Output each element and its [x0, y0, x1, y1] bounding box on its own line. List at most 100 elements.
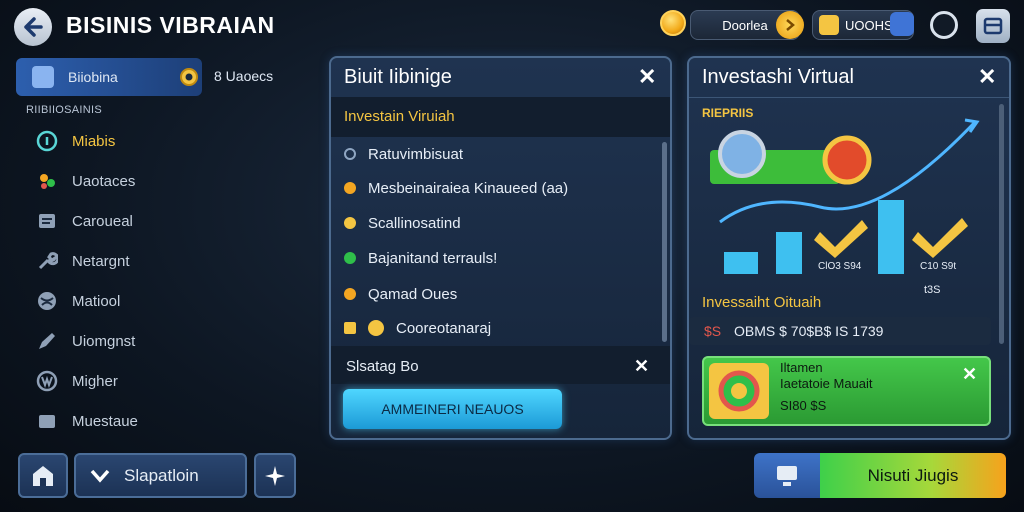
- action-button[interactable]: AMMEINERI NEAUOS: [343, 389, 562, 429]
- back-button[interactable]: [14, 8, 52, 46]
- dot-icon: [344, 252, 356, 264]
- sidebar-item-label: Uaotaces: [72, 172, 136, 190]
- middle-scrollbar[interactable]: [662, 142, 667, 342]
- gear-icon: [822, 135, 872, 185]
- sidebar-item-2[interactable]: Uaotaces: [36, 168, 135, 194]
- currency1-add-button[interactable]: [776, 11, 804, 39]
- sidebar-item-label: Netargnt: [72, 252, 130, 270]
- cta-label: Nisuti Jiugis: [867, 465, 959, 485]
- medal-icon: [709, 363, 769, 419]
- sidebar-item-1[interactable]: Miabis: [36, 128, 115, 154]
- list-item-label: Mesbeinairaiea Kinaueed (aa): [368, 179, 569, 197]
- document-icon: [36, 210, 58, 232]
- sidebar-item-active[interactable]: Biiobina: [16, 58, 202, 96]
- sidebar-item-label: Uiomgnst: [72, 332, 136, 350]
- list-item-label: Scallinosatind: [368, 214, 461, 232]
- right-scrollbar[interactable]: [999, 104, 1004, 344]
- gear-icon: [368, 320, 384, 336]
- arrow-left-icon: [24, 17, 43, 37]
- middle-footer-label: Slsatag Bo: [346, 358, 419, 375]
- square-icon: [344, 322, 356, 334]
- gear-icon: [718, 130, 766, 178]
- sidebar-item-6[interactable]: Uiomgnst: [36, 328, 135, 354]
- list-item-label: Ratuvimbisuat: [368, 145, 464, 163]
- sidebar-item-label: Matiool: [72, 292, 121, 310]
- bar: [724, 252, 758, 274]
- card-line: Iaetatoie Mauait: [780, 376, 873, 391]
- sidebar-item-8[interactable]: Muestaue: [36, 408, 138, 434]
- wrench-icon: [36, 250, 58, 272]
- list-item[interactable]: Scallinosatind: [344, 212, 461, 234]
- sidebar-item-label: Muestaue: [72, 412, 138, 430]
- sidebar-item-7[interactable]: Migher: [36, 368, 118, 394]
- dot-icon: [344, 182, 356, 194]
- sidebar-section-title: RIIBIIOSAINIS: [26, 104, 103, 116]
- sidebar-item-4[interactable]: Netargnt: [36, 248, 130, 274]
- inventory-button[interactable]: [754, 453, 820, 498]
- folder-icon: [36, 410, 58, 432]
- briefcase-icon: [32, 66, 54, 88]
- middle-panel-subtitle: Investain Viruiah: [344, 108, 455, 125]
- list-item-label: Bajanitand terrauls!: [368, 249, 498, 267]
- favorite-button[interactable]: [254, 453, 296, 498]
- currency2-label: UOOHS: [845, 17, 893, 33]
- bar: [776, 232, 802, 274]
- web-icon: [36, 370, 58, 392]
- close-icon[interactable]: ✕: [978, 64, 996, 90]
- stat-prefix: $S: [704, 323, 722, 339]
- sidebar-counter: 8 Uaoecs: [214, 68, 274, 84]
- sidebar-active-label: Biiobina: [68, 69, 118, 85]
- menu-button[interactable]: [976, 9, 1010, 43]
- divider: [689, 97, 1009, 98]
- home-button[interactable]: [18, 453, 68, 498]
- pen-icon: [36, 330, 58, 352]
- close-icon[interactable]: ✕: [638, 64, 656, 90]
- card-price: SI80 $S: [780, 398, 827, 413]
- bar-label: C10 S9t: [920, 261, 957, 272]
- sidebar-item-3[interactable]: Caroueal: [36, 208, 133, 234]
- people-icon: [36, 170, 58, 192]
- list-item-label: Qamad Oues: [368, 285, 458, 303]
- stat-line: OBMS $ 70$B$ IS 1739: [734, 323, 884, 339]
- sidebar-item-label: Miabis: [72, 132, 116, 150]
- gear-icon[interactable]: [178, 66, 200, 88]
- right-section-title: Invessaiht Oituaih: [702, 294, 822, 311]
- investment-chart: [710, 118, 980, 274]
- location-dropdown[interactable]: Slapatloin: [74, 453, 247, 498]
- right-panel-title: Investashi Virtual: [702, 66, 854, 88]
- star-icon: [265, 465, 285, 486]
- chart-icon: [36, 130, 58, 152]
- dot-icon: [344, 288, 356, 300]
- check-icon: [814, 220, 868, 258]
- sidebar-item-label: Migher: [72, 372, 118, 390]
- monitor-icon: [777, 465, 797, 486]
- window-icon: [983, 17, 1003, 35]
- middle-panel-title: Biuit Iibinige: [344, 66, 452, 88]
- sidebar-item-label: Caroueal: [72, 212, 133, 230]
- gear-icon: [344, 217, 356, 229]
- game-title: BISINIS VIBRAIAN: [66, 12, 275, 38]
- globe-icon: [36, 290, 58, 312]
- currency1-label: Doorlea: [722, 17, 768, 33]
- list-item[interactable]: Qamad Oues: [344, 283, 457, 305]
- list-item[interactable]: Ratuvimbisuat: [344, 143, 463, 165]
- bar-label: t3S: [924, 284, 941, 296]
- start-investment-button[interactable]: Nisuti Jiugis: [820, 453, 1006, 498]
- settings-button[interactable]: [930, 11, 958, 39]
- list-item[interactable]: Bajanitand terrauls!: [344, 247, 497, 269]
- list-item[interactable]: Cooreotanaraj: [344, 317, 491, 339]
- shop-icon: [33, 465, 53, 486]
- dropdown-label: Slapatloin: [124, 465, 199, 485]
- coin-icon: [660, 10, 690, 40]
- close-icon[interactable]: ✕: [634, 356, 649, 377]
- check-icon: [912, 218, 968, 258]
- chevron-down-icon: [90, 469, 110, 483]
- dot-icon: [344, 148, 356, 160]
- list-item[interactable]: Mesbeinairaiea Kinaueed (aa): [344, 177, 568, 199]
- bar: [878, 200, 904, 274]
- list-item-label: Cooreotanaraj: [396, 319, 492, 337]
- sidebar-item-5[interactable]: Matiool: [36, 288, 120, 314]
- currency2-add-button[interactable]: [890, 12, 914, 36]
- gem-icon: [819, 15, 839, 35]
- close-icon[interactable]: ✕: [962, 364, 977, 385]
